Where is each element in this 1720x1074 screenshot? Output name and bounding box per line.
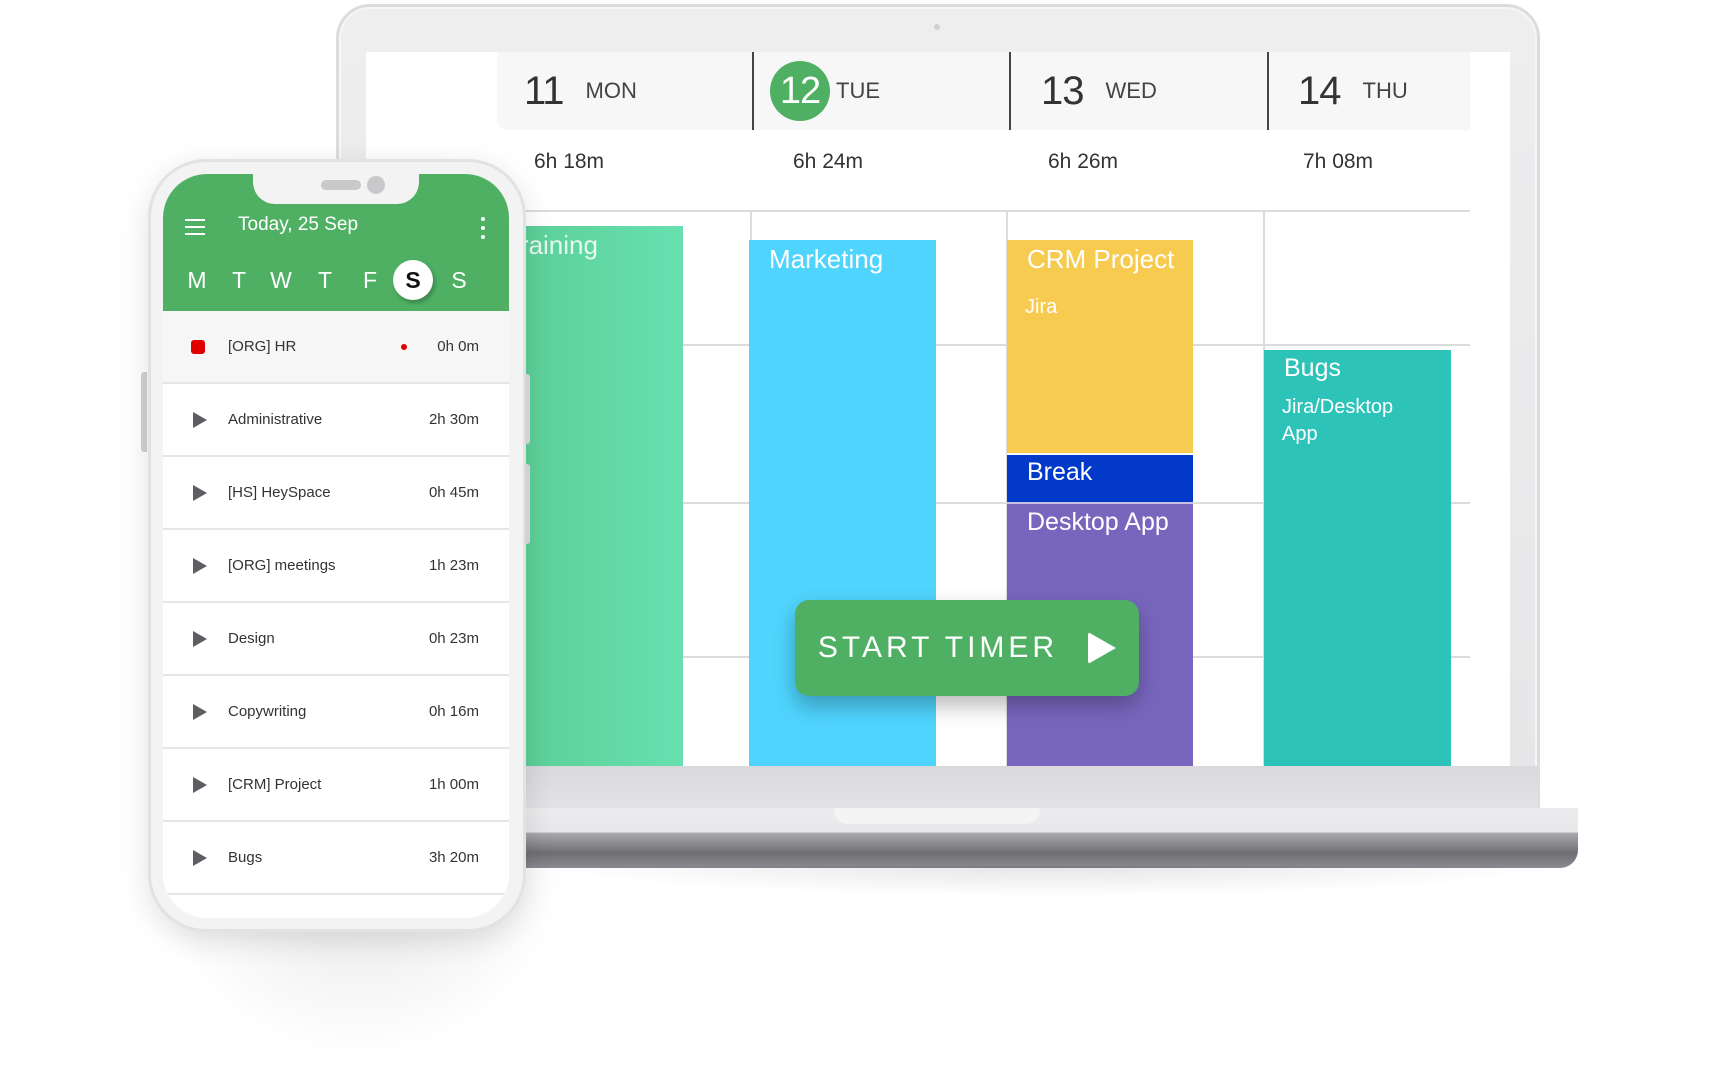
phone-side-button (525, 374, 530, 444)
task-row[interactable]: Administrative 2h 30m (163, 384, 509, 457)
grid-line (486, 210, 1470, 212)
time-entry-title: Bugs (1284, 354, 1341, 382)
camera-icon (367, 176, 385, 194)
play-icon[interactable] (193, 484, 207, 501)
day-number-today: 12 (770, 61, 830, 121)
day-name: WED (1105, 78, 1157, 103)
day-number: 14 (1298, 68, 1341, 113)
time-entry-crm-project[interactable]: CRM Project Jira (1007, 240, 1193, 453)
task-row-running[interactable]: [ORG] HR 0h 0m (163, 311, 509, 384)
day-divider (1009, 52, 1011, 130)
time-entry-break[interactable]: Break (1007, 453, 1193, 502)
task-name: Design (228, 630, 275, 647)
task-time: 1h 00m (428, 776, 479, 793)
play-icon[interactable] (193, 703, 207, 720)
weekday-sun[interactable]: S (439, 260, 479, 300)
task-row[interactable]: [CRM] Project 1h 00m (163, 749, 509, 822)
laptop-opening-notch (834, 808, 1040, 824)
task-time: 3h 20m (428, 849, 479, 866)
time-entry-bugs[interactable]: Bugs Jira/Desktop App (1264, 350, 1451, 766)
task-time: 0h 0m (437, 338, 479, 355)
time-entry-subtitle: Jira (1025, 296, 1058, 318)
task-time: 2h 30m (428, 411, 479, 428)
laptop-camera (934, 24, 940, 30)
mobile-app-screen: Today, 25 Sep M T W T F S S [ORG] HR 0h … (163, 174, 509, 918)
time-entry-subtitle: Jira/Desktop App (1282, 396, 1394, 445)
day-divider (1267, 52, 1269, 130)
phone-side-button (141, 372, 147, 452)
weekday-tue[interactable]: T (219, 260, 259, 300)
time-entry-title: Desktop App (1027, 508, 1169, 536)
time-entry-training[interactable]: Training (505, 226, 683, 766)
task-time: 0h 16m (428, 703, 479, 720)
desktop-calendar-screen: 11 MON 12 TUE 13 WED 14 THU 6h 18m 6h 24… (366, 52, 1510, 766)
task-name: [HS] HeySpace (228, 484, 331, 501)
more-options-icon[interactable] (479, 217, 487, 239)
day-number: 11 (524, 68, 565, 113)
laptop-base (520, 808, 1578, 868)
day-column-header-tue[interactable]: 12 TUE (770, 52, 880, 130)
day-name: MON (585, 78, 637, 103)
play-icon (1088, 632, 1117, 664)
day-total-duration: 6h 26m (1048, 150, 1119, 173)
menu-icon[interactable] (185, 219, 205, 235)
play-icon[interactable] (193, 776, 207, 793)
task-time: 0h 23m (428, 630, 479, 647)
task-row[interactable]: Bugs 3h 20m (163, 822, 509, 895)
time-entry-title: Marketing (769, 244, 884, 274)
day-column-header-wed[interactable]: 13 WED (1041, 52, 1157, 130)
weekday-wed[interactable]: W (261, 260, 301, 300)
day-name: TUE (836, 78, 880, 103)
weekday-fri[interactable]: F (350, 260, 390, 300)
time-entry-title: Break (1027, 458, 1093, 486)
laptop-bezel-bottom (366, 766, 1538, 810)
task-time: 0h 45m (428, 484, 479, 501)
speaker-icon (321, 180, 361, 190)
task-name: Bugs (228, 849, 263, 866)
time-entry-title: CRM Project (1027, 244, 1175, 274)
start-timer-button[interactable]: START TIMER (795, 600, 1139, 696)
task-name: [CRM] Project (228, 776, 322, 793)
task-row[interactable]: [HS] HeySpace 0h 45m (163, 457, 509, 530)
mobile-date-title: Today, 25 Sep (238, 214, 359, 235)
task-name: Administrative (228, 411, 323, 428)
task-name: [ORG] HR (228, 338, 297, 355)
stop-icon[interactable] (191, 339, 205, 354)
day-name: THU (1362, 78, 1408, 103)
play-icon[interactable] (193, 630, 207, 647)
task-time: 1h 23m (428, 557, 479, 574)
start-timer-label: START TIMER (817, 631, 1059, 664)
task-name: Copywriting (228, 703, 307, 720)
day-number: 13 (1041, 68, 1084, 113)
play-icon[interactable] (193, 411, 207, 428)
task-row[interactable]: Design 0h 23m (163, 603, 509, 676)
task-row[interactable]: [ORG] meetings 1h 23m (163, 530, 509, 603)
day-total-duration: 7h 08m (1303, 150, 1374, 173)
phone-side-button (525, 464, 530, 544)
day-total-duration: 6h 18m (534, 150, 605, 173)
weekday-sat-selected[interactable]: S (393, 260, 433, 300)
task-list: [ORG] HR 0h 0m Administrative 2h 30m [HS… (163, 311, 509, 895)
weekday-selector: M T W T F S S (177, 260, 497, 300)
play-icon[interactable] (193, 849, 207, 866)
mobile-header: Today, 25 Sep M T W T F S S (163, 174, 509, 311)
weekday-mon[interactable]: M (177, 260, 217, 300)
day-divider (752, 52, 754, 130)
day-total-duration: 6h 24m (793, 150, 864, 173)
task-row[interactable]: Copywriting 0h 16m (163, 676, 509, 749)
recording-indicator-icon (401, 343, 407, 350)
task-name: [ORG] meetings (228, 557, 336, 574)
laptop-shadow (540, 866, 1560, 896)
play-icon[interactable] (193, 557, 207, 574)
day-column-header-mon[interactable]: 11 MON (524, 52, 637, 130)
day-column-header-thu[interactable]: 14 THU (1298, 52, 1408, 130)
phone-notch (253, 174, 419, 204)
weekday-thu[interactable]: T (305, 260, 345, 300)
